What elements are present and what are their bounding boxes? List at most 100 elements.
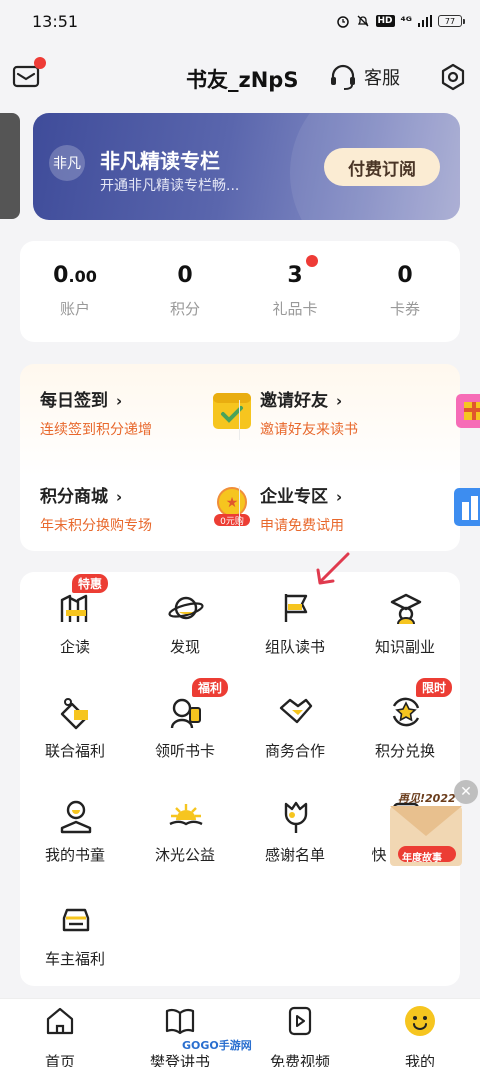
stat-value: 3	[287, 263, 303, 288]
service-label: 客服	[364, 68, 400, 89]
tab-mine[interactable]: 我的	[372, 1005, 468, 1067]
alarm-icon	[336, 14, 350, 28]
tab-label: 我的	[404, 1053, 435, 1067]
feature-title: 每日签到	[40, 391, 108, 411]
listen-card-icon	[170, 698, 201, 729]
grid-label: 知识副业	[374, 638, 435, 656]
annotation-arrow-icon	[316, 552, 350, 585]
stat-label: 礼品卡	[272, 300, 318, 318]
stat-label: 积分	[169, 300, 200, 318]
profile-header: 书友_zNpS 客服	[0, 50, 480, 106]
vip-logo: 非凡	[49, 145, 85, 181]
feature-title: 积分商城	[40, 487, 108, 507]
grid-item-discover[interactable]: 发现	[130, 572, 240, 662]
grid-label: 车主福利	[44, 950, 105, 968]
gift-card-notification-dot	[306, 255, 318, 267]
grid-item-points-exchange[interactable]: 限时 积分兑换	[350, 676, 460, 766]
status-time: 13:51	[32, 11, 79, 31]
status-bar: 13:51 HD ⁴ᴳ 77	[0, 0, 480, 42]
graduation-cap-icon	[390, 593, 422, 625]
tab-free-video[interactable]: 免费视频	[252, 1005, 348, 1067]
status-icons: HD ⁴ᴳ 77	[336, 14, 465, 28]
stat-value: 0	[397, 263, 413, 288]
unread-dot	[34, 57, 46, 69]
stat-value: 0	[177, 263, 193, 288]
year-review-float-ad[interactable]: 再见!2022 年度故事	[388, 786, 464, 870]
features-card: 每日签到 › 连续签到积分递增 邀请好友 › 邀请好友来读书 积分商城 › 年末积分换…	[20, 364, 480, 552]
chevron-right-icon: ›	[116, 392, 123, 410]
promo-badge: 福利	[192, 678, 229, 697]
float-ad-top-text: 再见!2022	[398, 792, 456, 805]
watermark-logo: GOGO手游网	[178, 1036, 256, 1054]
float-ad-bottom-text: 年度故事	[402, 853, 442, 864]
book-boy-icon	[60, 800, 92, 834]
grid-item-book-boy[interactable]: 我的书童	[20, 780, 130, 870]
stat-decimal: .00	[68, 267, 97, 286]
stat-points[interactable]: 0 积分	[130, 263, 240, 319]
grid-label: 沐光公益	[154, 846, 215, 864]
settings-button[interactable]	[438, 62, 468, 92]
stat-account[interactable]: 0.00 账户	[20, 263, 130, 319]
hd-badge: HD	[375, 15, 395, 27]
battery-icon: 77	[438, 15, 465, 27]
enterprise-read-icon	[60, 594, 88, 622]
grid-label: 领听书卡	[154, 742, 215, 760]
star-exchange-icon	[392, 697, 420, 727]
daily-checkin-entry[interactable]: 每日签到 › 连续签到积分递增	[40, 386, 251, 456]
stat-label: 卡券	[389, 300, 420, 318]
service-grid-card: 特惠 企读 发现 组队读书 知识副业 联合福利 福利 领听书卡 商务合作 限时 …	[20, 572, 460, 986]
network-indicator: ⁴ᴳ	[400, 14, 412, 28]
tab-label: 免费视频	[269, 1053, 330, 1067]
invite-friends-entry[interactable]: 邀请好友 › 邀请好友来读书	[260, 386, 480, 456]
stat-gift-cards[interactable]: 3 礼品卡	[240, 263, 350, 319]
feature-subtitle: 邀请好友来读书	[260, 422, 358, 438]
points-mall-entry[interactable]: 积分商城 › 年末积分换购专场 ★ 0元购	[40, 482, 250, 552]
stat-value: 0	[53, 263, 69, 288]
gift-box-icon	[456, 394, 480, 428]
handshake-icon	[279, 698, 313, 724]
vip-subtitle: 开通非凡精读专栏畅...	[100, 178, 240, 194]
grid-label: 组队读书	[264, 638, 325, 656]
enterprise-zone-entry[interactable]: 企业专区 › 申请免费试用	[260, 482, 480, 552]
feature-title: 企业专区	[260, 487, 328, 507]
grid-item-charity[interactable]: 沐光公益	[130, 780, 240, 870]
enterprise-building-icon	[454, 488, 480, 526]
grid-label: 积分兑换	[374, 742, 435, 760]
coin-zero-buy-icon: ★ 0元购	[214, 487, 250, 527]
vip-column-banner[interactable]: 非凡 非凡精读专栏 开通非凡精读专栏畅... 付费订阅	[33, 113, 460, 220]
grid-item-listen-card[interactable]: 福利 领听书卡	[130, 676, 240, 766]
side-drawer-handle[interactable]	[0, 113, 20, 219]
chevron-right-icon: ›	[336, 392, 343, 410]
coin-icon-text: 0元购	[220, 515, 244, 527]
grid-label: 联合福利	[44, 742, 105, 760]
stat-coupons[interactable]: 0 卡券	[350, 263, 460, 319]
calendar-check-icon	[213, 393, 251, 429]
customer-service-button[interactable]: 客服	[328, 62, 400, 92]
chevron-right-icon: ›	[336, 488, 343, 506]
svg-text:★: ★	[226, 495, 239, 511]
flower-icon	[284, 801, 308, 833]
grid-item-enterprise-read[interactable]: 特惠 企读	[20, 572, 130, 662]
promo-badge: 限时	[416, 678, 453, 697]
promo-badge: 特惠	[72, 574, 109, 593]
grid-item-business-cooperation[interactable]: 商务合作	[240, 676, 350, 766]
grid-item-car-owner-benefits[interactable]: 车主福利	[20, 884, 130, 974]
grid-label: 我的书童	[44, 846, 105, 864]
play-video-icon	[288, 1006, 312, 1036]
car-icon	[62, 908, 90, 932]
signal-icon	[418, 15, 432, 27]
close-icon: ✕	[460, 784, 472, 800]
tab-label: 首页	[44, 1053, 75, 1067]
home-icon	[46, 1007, 74, 1035]
grid-item-knowledge-side-job[interactable]: 知识副业	[350, 572, 460, 662]
planet-icon	[168, 596, 204, 620]
mute-bell-icon	[356, 14, 370, 28]
float-ad-close-button[interactable]: ✕	[454, 780, 478, 804]
username-title[interactable]: 书友_zNpS	[186, 64, 298, 94]
tab-home[interactable]: 首页	[12, 1005, 108, 1067]
gear-icon	[441, 63, 465, 91]
hand-gift-icon	[60, 698, 88, 730]
subscribe-button[interactable]: 付费订阅	[324, 148, 440, 186]
grid-item-joint-benefits[interactable]: 联合福利	[20, 676, 130, 766]
feature-title: 邀请好友	[260, 391, 328, 411]
